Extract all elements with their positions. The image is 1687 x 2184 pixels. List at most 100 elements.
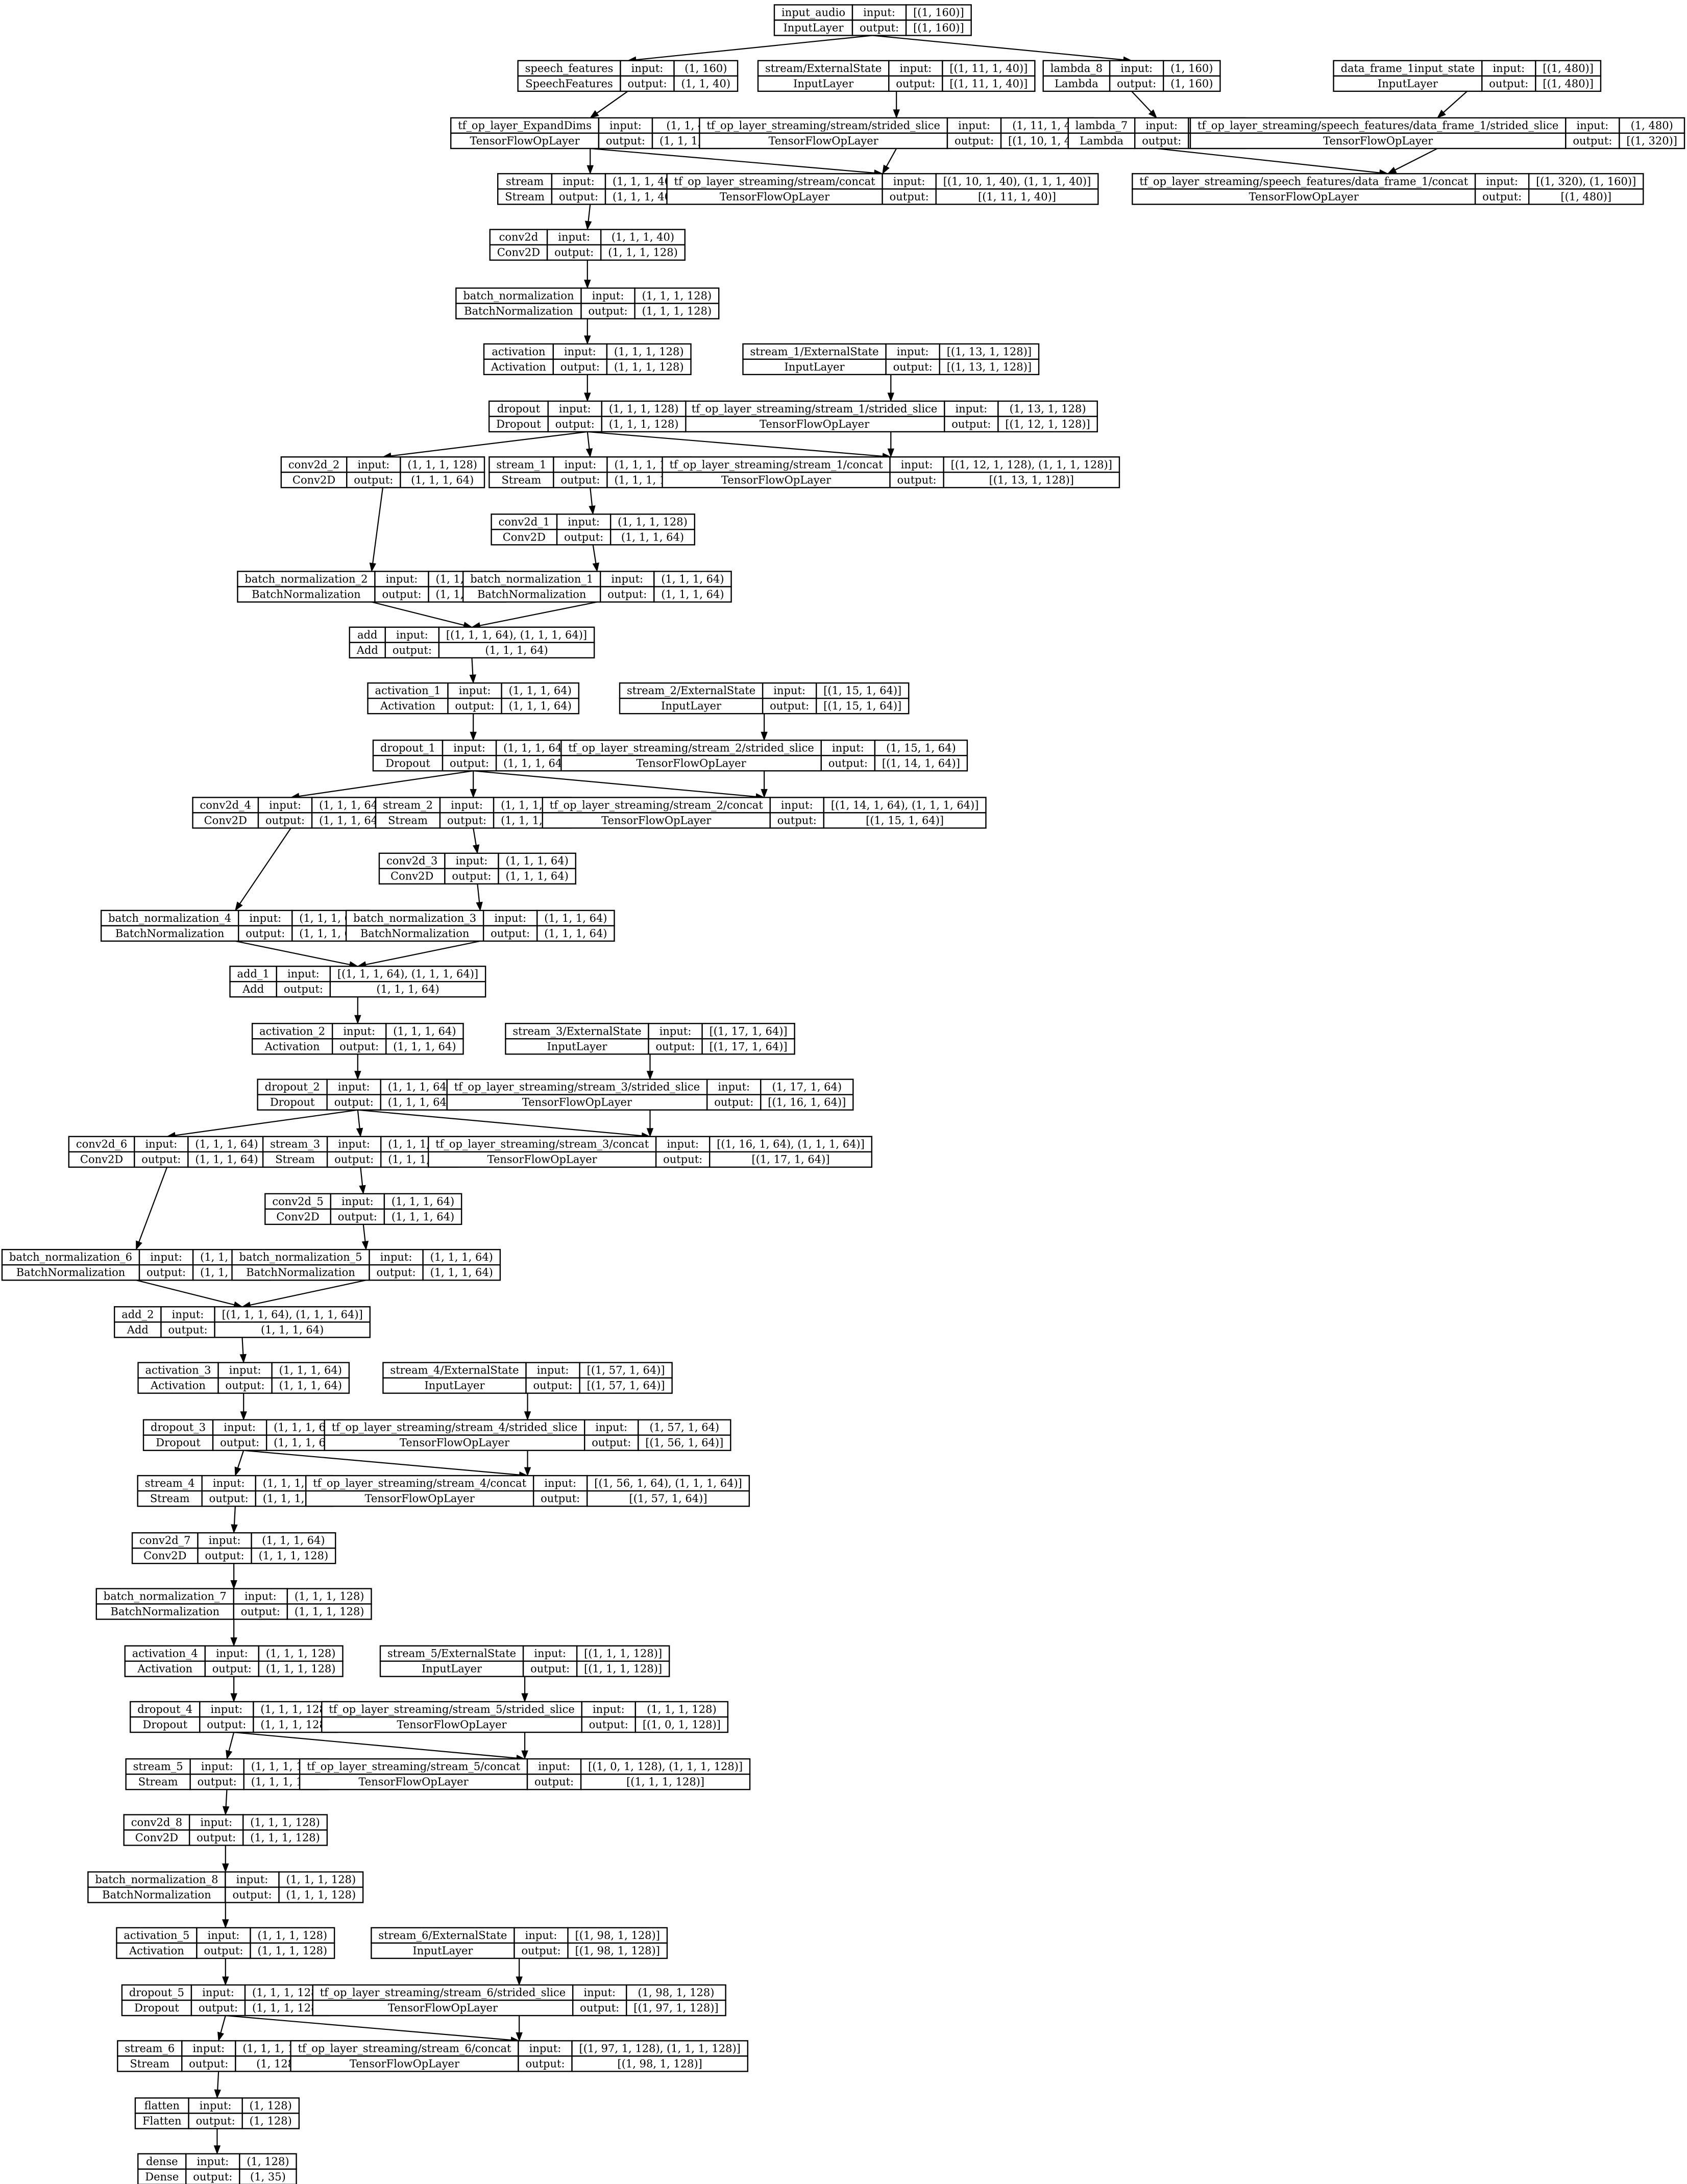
input-shape: (1, 13, 1, 128) (1010, 403, 1086, 415)
input-shape: (1, 1, 1, 128) (295, 1590, 364, 1603)
output-label: output: (189, 2057, 228, 2070)
input-shape: (1, 57, 1, 64) (650, 1421, 720, 1434)
layer-type: Conv2D (292, 474, 335, 486)
layer-node-stream2-ext: stream_2/ExternalState InputLayer input: ou… (619, 682, 910, 715)
layer-type: Stream (505, 190, 545, 203)
arrowhead-icon (470, 731, 477, 741)
input-label: input: (453, 742, 485, 754)
output-label: output: (241, 1606, 280, 1618)
output-label: output: (382, 588, 421, 600)
input-label: input: (396, 629, 428, 641)
output-label: output: (338, 1211, 377, 1223)
input-shape: (1, 128) (247, 2155, 289, 2168)
layer-type: TensorFlowOpLayer (388, 2002, 498, 2014)
layer-node-stream: stream Stream input: output: (1, 1, 1, 40) (1… (497, 173, 683, 205)
input-label: input: (343, 1025, 375, 1037)
layer-node-conv2d-1: conv2d_1 Conv2D input: output: (1, 1, 1, 128… (491, 513, 695, 546)
output-shape: (1, 1, 1, 64) (509, 700, 572, 712)
output-shape: [(1, 56, 1, 64)] (645, 1437, 723, 1449)
input-shape: (1, 1, 1, 128) (647, 1703, 717, 1715)
input-shape: (1, 15, 1, 64) (886, 742, 956, 754)
layer-node-conv2d-6: conv2d_6 Conv2D input: output: (1, 1, 1, 64)… (68, 1136, 266, 1168)
output-label: output: (199, 2002, 238, 2014)
layer-type: Stream (150, 1492, 190, 1505)
output-label: output: (198, 1776, 237, 1788)
layer-name: batch_normalization_2 (245, 573, 368, 585)
edge-dropout-1-to-conv2d-4 (299, 770, 474, 797)
input-label: input: (899, 62, 932, 75)
layer-type: Conv2D (503, 531, 546, 543)
output-shape: (1, 1, 1, 128) (259, 1550, 329, 1562)
output-shape: (1, 1, 1, 64) (506, 870, 569, 882)
layer-name: stream_4 (145, 1477, 195, 1489)
output-shape: (1, 1, 1, 40) (613, 190, 675, 203)
arrowhead-icon (230, 1580, 237, 1589)
input-shape: (1, 1, 1, 64) (392, 1195, 454, 1208)
layer-name: speech_features (525, 62, 614, 75)
layer-name: stream_5 (133, 1760, 183, 1773)
input-label: input: (202, 1986, 234, 1999)
input-label: input: (201, 1760, 233, 1773)
output-label: output: (525, 2057, 565, 2070)
output-label: output: (209, 1492, 249, 1505)
arrowhead-icon (214, 2089, 221, 2099)
input-label: input: (631, 62, 664, 75)
input-shape: [(1, 98, 1, 128)] (575, 1929, 660, 1942)
layer-node-stream6-slice: tf_op_layer_streaming/stream_6/strided_s… (312, 1984, 726, 2017)
input-shape: (1, 1, 1, 64) (393, 1025, 456, 1037)
output-label: output: (606, 135, 645, 147)
output-shape: [(1, 480)] (1543, 78, 1594, 90)
output-shape: [(1, 15, 1, 64)] (823, 700, 901, 712)
input-label: input: (192, 2042, 225, 2054)
input-shape: [(1, 480)] (1543, 62, 1594, 75)
layer-type: InputLayer (661, 700, 722, 712)
output-shape: [(1, 14, 1, 64)] (882, 757, 960, 769)
edge-expand-dims-to-stream-concat (590, 148, 875, 174)
layer-type: InputLayer (785, 361, 845, 373)
output-label: output: (339, 1040, 379, 1052)
layer-node-add-2: add_2 Add input: output: [(1, 1, 1, 64), (1,… (113, 1306, 371, 1338)
layer-node-dropout-1: dropout_1 Dropout input: output: (1, 1, 1, 6… (372, 740, 574, 772)
layer-node-stream2-slice: tf_op_layer_streaming/stream_2/strided_s… (560, 740, 968, 772)
layer-type: Conv2D (143, 1550, 186, 1562)
input-label: input: (200, 2099, 232, 2112)
input-label: input: (224, 1421, 256, 1434)
input-shape: [(1, 15, 1, 64)] (823, 684, 901, 697)
input-label: input: (863, 6, 895, 18)
input-shape: [(1, 97, 1, 128), (1, 1, 1, 128)] (579, 2042, 741, 2054)
layer-node-conv2d: conv2d Conv2D input: output: (1, 1, 1, 40) (1… (489, 229, 686, 261)
output-shape: [(1, 17, 1, 64)] (710, 1040, 788, 1052)
edge-dropout-5-to-stream-6 (220, 2015, 226, 2033)
output-label: output: (564, 531, 603, 543)
output-label: output: (541, 1492, 580, 1505)
edge-add-2-to-activation-3 (241, 1337, 244, 1355)
edge-dropout-3-to-stream4-concat (243, 1450, 520, 1476)
output-shape: [(1, 480)] (1560, 190, 1611, 203)
arrowhead-icon (589, 505, 596, 515)
input-label: input: (494, 912, 526, 924)
layer-type: TensorFlowOpLayer (350, 2057, 460, 2070)
layer-type: InputLayer (793, 78, 854, 90)
output-label: output: (334, 1096, 374, 1109)
layer-name: stream_5/ExternalState (387, 1648, 516, 1660)
layer-name: conv2d_1 (499, 516, 550, 528)
output-label: output: (1142, 135, 1181, 147)
layer-name: conv2d_5 (272, 1195, 323, 1208)
input-label: input: (380, 1251, 412, 1263)
layer-node-add-1: add_1 Add input: output: [(1, 1, 1, 64), (1,… (229, 965, 486, 998)
arrowhead-icon (222, 1806, 230, 1815)
layer-type: Stream (275, 1154, 315, 1166)
output-label: output: (589, 1719, 628, 1731)
layer-node-stream1-ext: stream_1/ExternalState InputLayer input: ou… (742, 343, 1040, 376)
layer-type: TensorFlowOpLayer (601, 814, 712, 826)
layer-node-activation-5: activation_5 Activation input: output: (1, 1… (116, 1927, 335, 1959)
edge-bn-2-to-add (371, 601, 464, 626)
input-label: input: (611, 573, 643, 585)
output-shape: (1, 1, 1, 128) (608, 247, 678, 259)
output-label: output: (1573, 135, 1612, 147)
input-shape: [(1, 1, 1, 64), (1, 1, 1, 64)] (337, 968, 478, 980)
edge-bn-5-to-add-2 (250, 1280, 366, 1306)
input-shape: (1, 1, 1, 64) (319, 799, 382, 811)
input-label: input: (558, 231, 590, 243)
output-label: output: (450, 757, 489, 769)
